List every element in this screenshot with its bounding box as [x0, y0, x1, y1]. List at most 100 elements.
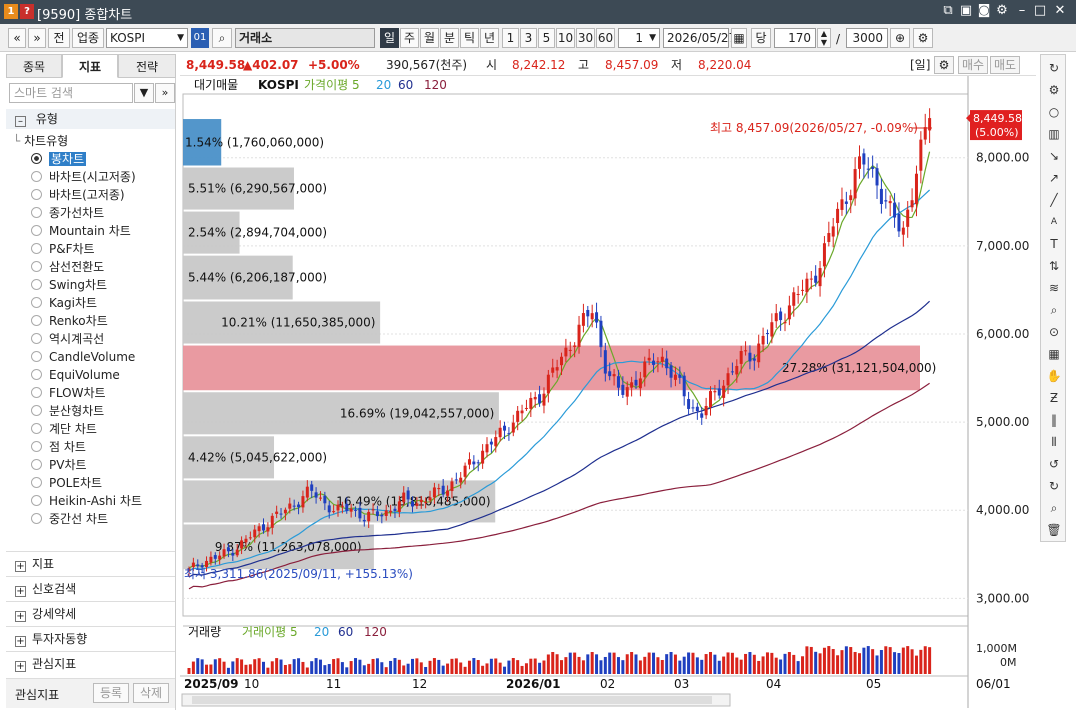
chart-settings-icon[interactable]: ⚙	[913, 28, 933, 48]
interval-1-button[interactable]: 1	[502, 28, 519, 48]
group-signal-search[interactable]: + 신호검색	[6, 576, 175, 600]
sector-button[interactable]: 업종	[72, 28, 104, 48]
minimize-icon[interactable]: –	[1014, 3, 1030, 19]
trend-line-icon[interactable]: ↘	[1045, 147, 1063, 165]
chart-type-item[interactable]: 분산형차트	[31, 402, 104, 420]
auto-line-icon[interactable]: A	[1045, 213, 1063, 231]
undo-icon[interactable]: ↺	[1045, 455, 1063, 473]
spinner-icon[interactable]: ▲ ▼	[817, 28, 831, 48]
period-year-button[interactable]: 년	[480, 28, 499, 48]
search-icon[interactable]: ⌕	[212, 28, 232, 48]
search-dropdown-icon[interactable]: ▼	[134, 83, 154, 103]
symbol-code-badge[interactable]: 01	[191, 28, 209, 48]
interval-30-button[interactable]: 30	[576, 28, 595, 48]
type-section-header[interactable]: – 유형	[6, 109, 175, 129]
chart-type-item[interactable]: POLE차트	[31, 474, 102, 492]
tab-items[interactable]: 종목	[6, 54, 62, 78]
chart-type-item[interactable]: Renko차트	[31, 312, 108, 330]
delete-button[interactable]: 삭제	[133, 683, 169, 703]
help-icon[interactable]: ?	[20, 4, 34, 19]
chart-type-item[interactable]: 바차트(고저종)	[31, 186, 125, 204]
chart-type-item[interactable]: EquiVolume	[31, 366, 120, 384]
save-icon[interactable]: ▣	[958, 3, 974, 19]
chart-type-item[interactable]: 중간선 차트	[31, 510, 108, 528]
arrow-line-icon[interactable]: ↗	[1045, 169, 1063, 187]
fibonacci-icon[interactable]: ≋	[1045, 279, 1063, 297]
magnifier-icon[interactable]: ⌕	[1045, 301, 1063, 319]
chart-type-item[interactable]: 종가선차트	[31, 204, 104, 222]
period-month-button[interactable]: 월	[420, 28, 439, 48]
bars-icon[interactable]: ‖	[1045, 411, 1063, 429]
pattern-icon[interactable]: ⇅	[1045, 257, 1063, 275]
search-icon[interactable]: ⌕	[1045, 499, 1063, 517]
date-field[interactable]: 2026/05/27	[663, 28, 736, 48]
group-favorites[interactable]: + 관심지표	[6, 651, 175, 675]
chart-type-item[interactable]: Kagi차트	[31, 294, 97, 312]
settings-icon[interactable]: ⚙	[994, 3, 1010, 19]
candle-body	[428, 497, 432, 501]
calendar-icon[interactable]: ▦	[731, 28, 747, 48]
chart-type-item[interactable]: 삼선전환도	[31, 258, 104, 276]
price-chart[interactable]: 1.54% (1,760,060,000) 5.51% (6,290,567,00…	[180, 76, 1036, 708]
gear-icon[interactable]: ⚙	[1045, 81, 1063, 99]
interval-input[interactable]: 1 ▼	[618, 28, 660, 48]
period-week-button[interactable]: 주	[400, 28, 419, 48]
group-strength[interactable]: + 강세약세	[6, 601, 175, 625]
interval-60-button[interactable]: 60	[596, 28, 615, 48]
expand-icon[interactable]: »	[155, 83, 175, 103]
refresh-icon[interactable]: ↻	[1045, 59, 1063, 77]
interval-10-button[interactable]: 10	[556, 28, 575, 48]
link-icon[interactable]: ⧉	[940, 3, 956, 19]
chart-type-item[interactable]: 점 차트	[31, 438, 86, 456]
line-icon[interactable]: ╱	[1045, 191, 1063, 209]
capture-icon[interactable]: ◙	[976, 3, 992, 19]
redo-icon[interactable]: ↻	[1045, 477, 1063, 495]
grid-tool-icon[interactable]: ▦	[1045, 345, 1063, 363]
nav-more-button[interactable]: »	[28, 28, 46, 48]
nav-prev-button[interactable]: «	[8, 28, 26, 48]
chart-type-item[interactable]: PV차트	[31, 456, 87, 474]
chart-type-item[interactable]: 봉차트	[31, 150, 87, 168]
interval-5-button[interactable]: 5	[538, 28, 555, 48]
bar-chart-icon[interactable]: ▥	[1045, 125, 1063, 143]
chart-type-item[interactable]: CandleVolume	[31, 348, 135, 366]
hand-icon[interactable]: ✋	[1045, 367, 1063, 385]
period-minute-button[interactable]: 분	[440, 28, 459, 48]
chart-type-item[interactable]: Swing차트	[31, 276, 107, 294]
current-button[interactable]: 당	[751, 28, 771, 48]
text-icon[interactable]: T	[1045, 235, 1063, 253]
zigzag-icon[interactable]: Ƶ	[1045, 389, 1063, 407]
candle-body	[406, 490, 410, 500]
register-button[interactable]: 등록	[93, 683, 129, 703]
group-investor-trend[interactable]: + 투자자동향	[6, 626, 175, 650]
chart-type-item[interactable]: FLOW차트	[31, 384, 106, 402]
tab-indicators[interactable]: 지표	[62, 54, 118, 78]
sell-button[interactable]: 매도	[990, 56, 1020, 74]
interval-3-button[interactable]: 3	[520, 28, 537, 48]
chart-type-item[interactable]: Mountain 차트	[31, 222, 131, 240]
chart-type-item[interactable]: 계단 차트	[31, 420, 97, 438]
jeon-button[interactable]: 전	[48, 28, 70, 48]
zoom-icon[interactable]: ⊙	[1045, 323, 1063, 341]
chart-type-item[interactable]: Heikin-Ashi 차트	[31, 492, 142, 510]
trash-icon[interactable]: 🗑	[1045, 521, 1063, 539]
chart-type-item[interactable]: 바차트(시고저종)	[31, 168, 136, 186]
group-indicators[interactable]: + 지표	[6, 551, 175, 575]
max-count-input[interactable]: 3000	[846, 28, 888, 48]
smart-search-input[interactable]: 스마트 검색	[9, 83, 133, 103]
period-day-button[interactable]: 일	[380, 28, 399, 48]
zoom-in-icon[interactable]: ⊕	[890, 28, 910, 48]
buy-button[interactable]: 매수	[958, 56, 988, 74]
chart-config-icon[interactable]: ⚙	[934, 56, 954, 74]
chart-type-item[interactable]: P&F차트	[31, 240, 95, 258]
symbol-select[interactable]: KOSPI ▼	[106, 28, 188, 48]
maximize-icon[interactable]: □	[1032, 3, 1048, 19]
chart-type-item[interactable]: 역시계곡선	[31, 330, 104, 348]
close-icon[interactable]: ✕	[1052, 3, 1068, 19]
count-input[interactable]: 170	[774, 28, 816, 48]
tab-strategy[interactable]: 전략	[118, 54, 176, 78]
tree-root[interactable]: └ 차트유형	[13, 132, 68, 149]
columns-icon[interactable]: ⫴	[1045, 433, 1063, 451]
circle-icon[interactable]: ○	[1045, 103, 1063, 121]
period-tick-button[interactable]: 틱	[460, 28, 479, 48]
